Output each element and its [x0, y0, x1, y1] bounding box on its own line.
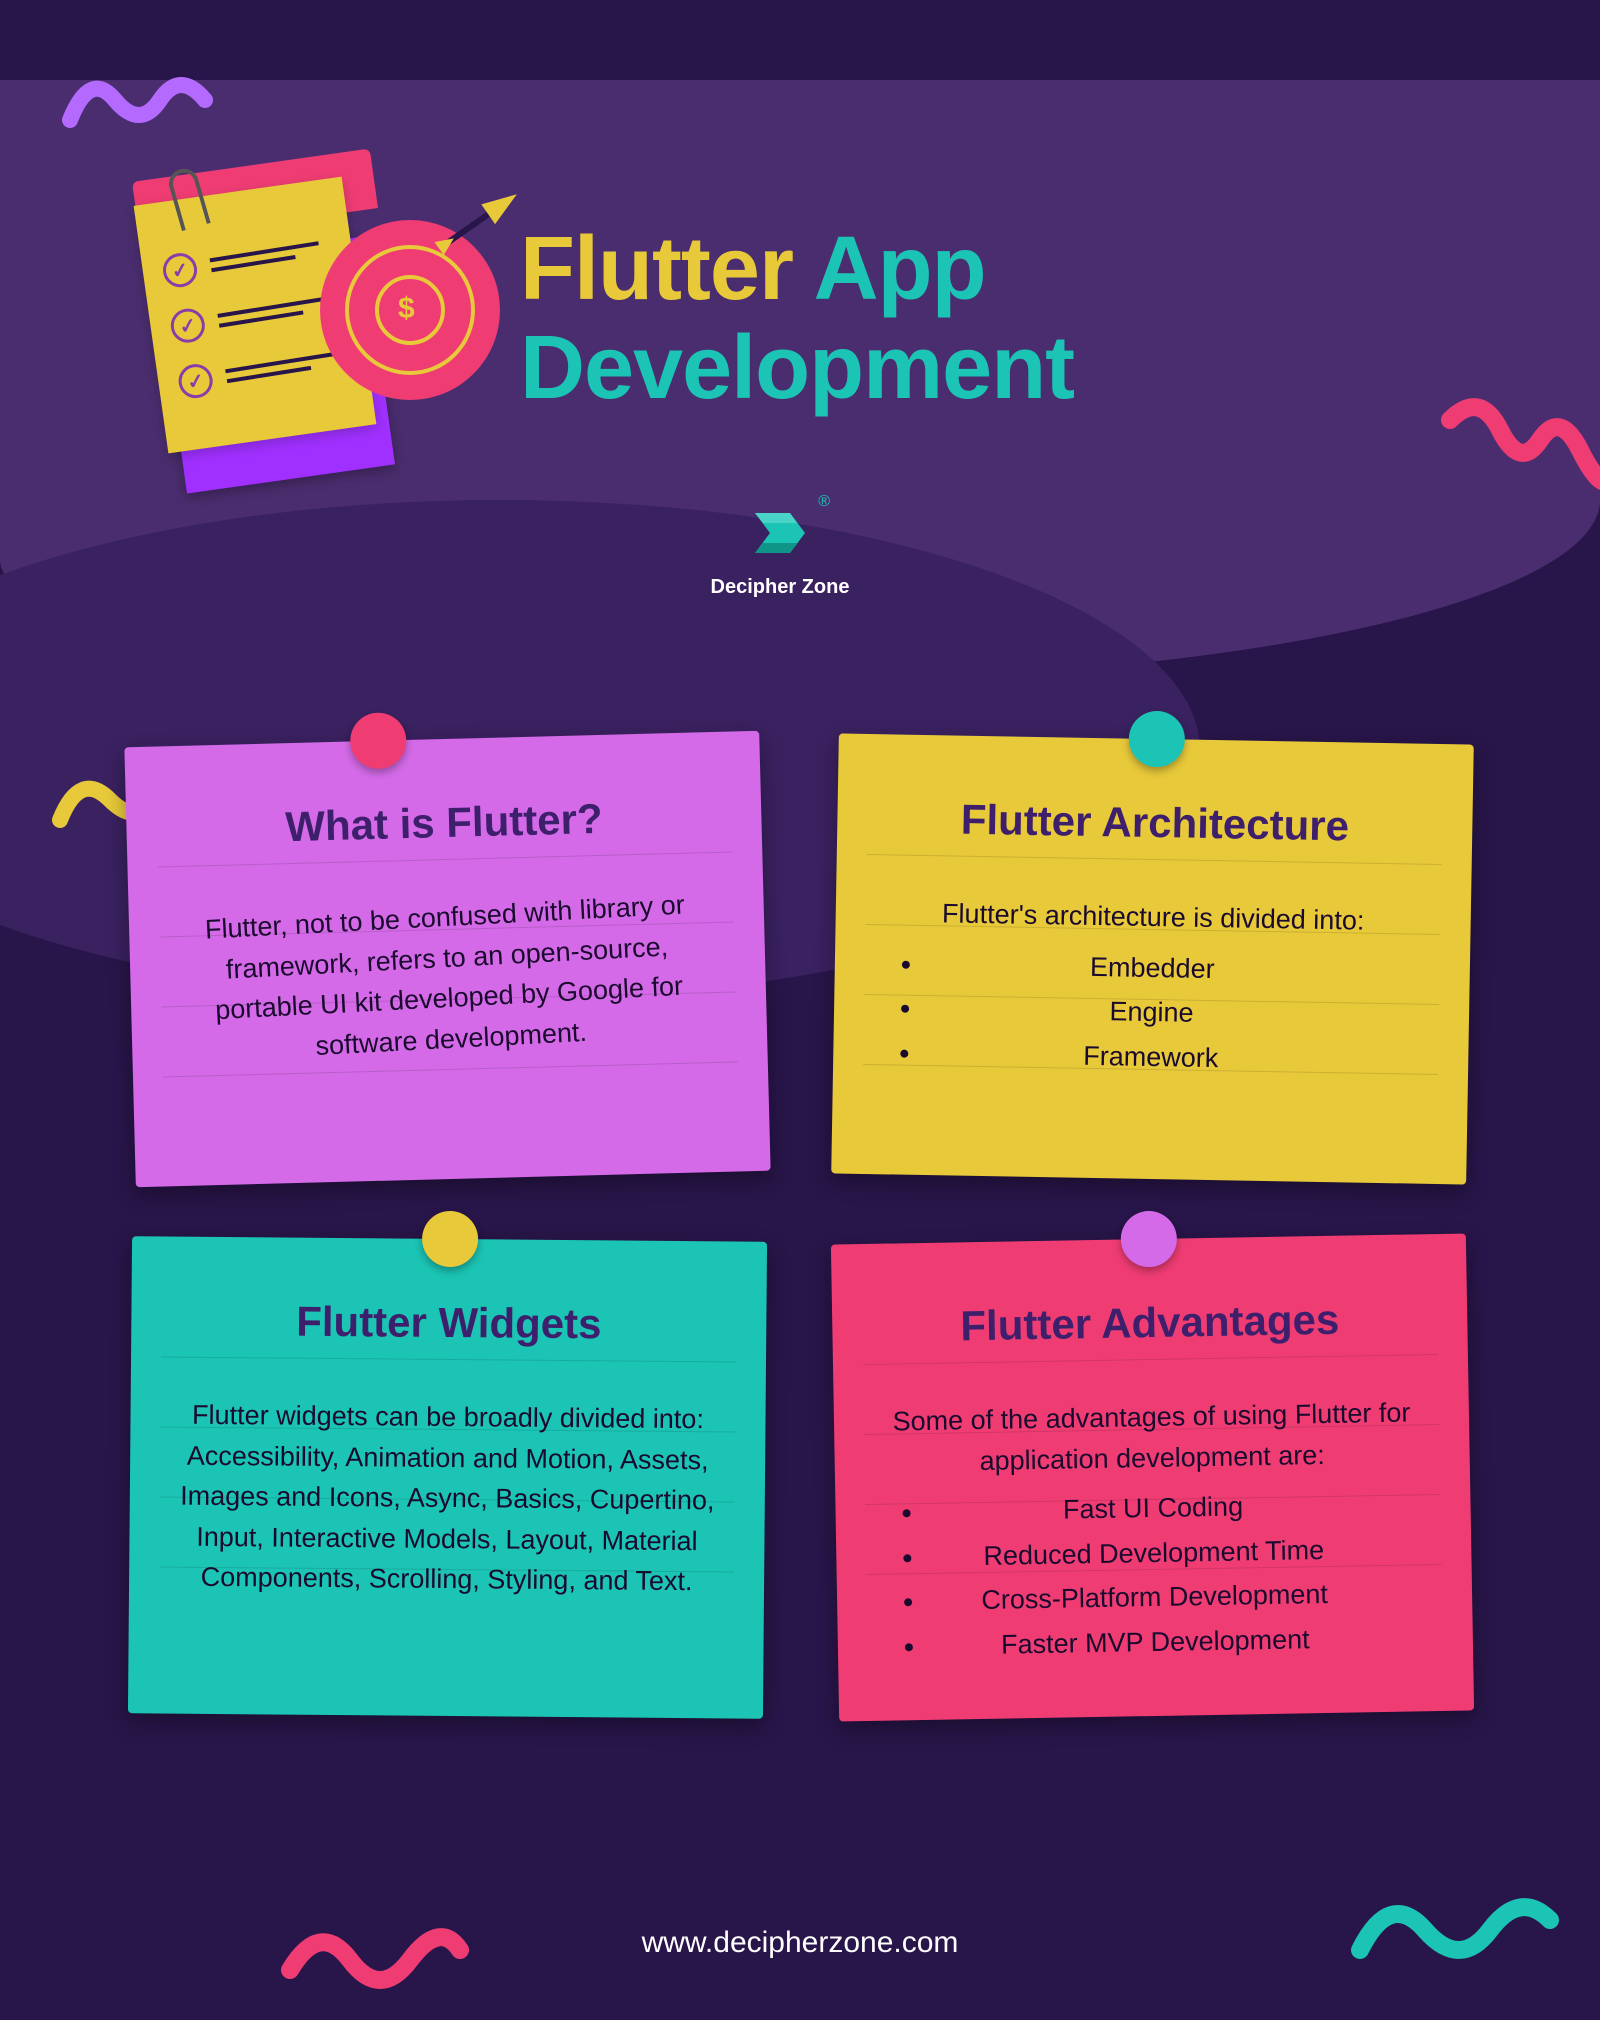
card-intro: Some of the advantages of using Flutter … — [884, 1392, 1420, 1482]
pin-icon — [421, 1211, 477, 1267]
arrow-icon — [428, 175, 533, 265]
target-icon: $ — [320, 220, 500, 400]
card-heading: Flutter Widgets — [181, 1297, 716, 1350]
card-heading: What is Flutter? — [176, 792, 712, 854]
card-what-is-flutter: What is Flutter? Flutter, not to be conf… — [124, 731, 770, 1187]
card-list: Embedder Engine Framework — [883, 943, 1420, 1082]
card-flutter-widgets: Flutter Widgets Flutter widgets can be b… — [128, 1236, 767, 1719]
pin-icon — [350, 712, 407, 769]
checklist-target-graphic: ✓ ✓ ✓ $ — [140, 180, 460, 500]
footer-url: www.decipherzone.com — [0, 1926, 1600, 1960]
decipherzone-logo-icon: ® — [745, 498, 815, 568]
card-body: Flutter, not to be confused with library… — [177, 883, 720, 1073]
brand-name: Decipher Zone — [680, 576, 880, 599]
card-list: Fast UI Coding Reduced Development Time … — [885, 1483, 1423, 1666]
list-item: Framework — [923, 1033, 1419, 1082]
card-flutter-architecture: Flutter Architecture Flutter's architect… — [831, 733, 1474, 1184]
list-item: Fast UI Coding — [925, 1483, 1421, 1532]
pin-icon — [1128, 711, 1185, 768]
page-title: Flutter App Development — [520, 220, 1600, 418]
card-intro: Flutter's architecture is divided into: — [885, 892, 1421, 942]
card-heading: Flutter Architecture — [887, 794, 1423, 851]
card-heading: Flutter Advantages — [882, 1294, 1418, 1351]
card-flutter-advantages: Flutter Advantages Some of the advantage… — [831, 1233, 1474, 1721]
list-item: Faster MVP Development — [928, 1617, 1424, 1666]
list-item: Embedder — [925, 944, 1421, 993]
pin-icon — [1120, 1211, 1177, 1268]
list-item: Cross-Platform Development — [927, 1572, 1423, 1621]
brand-logo-block: ® Decipher Zone — [680, 498, 880, 599]
